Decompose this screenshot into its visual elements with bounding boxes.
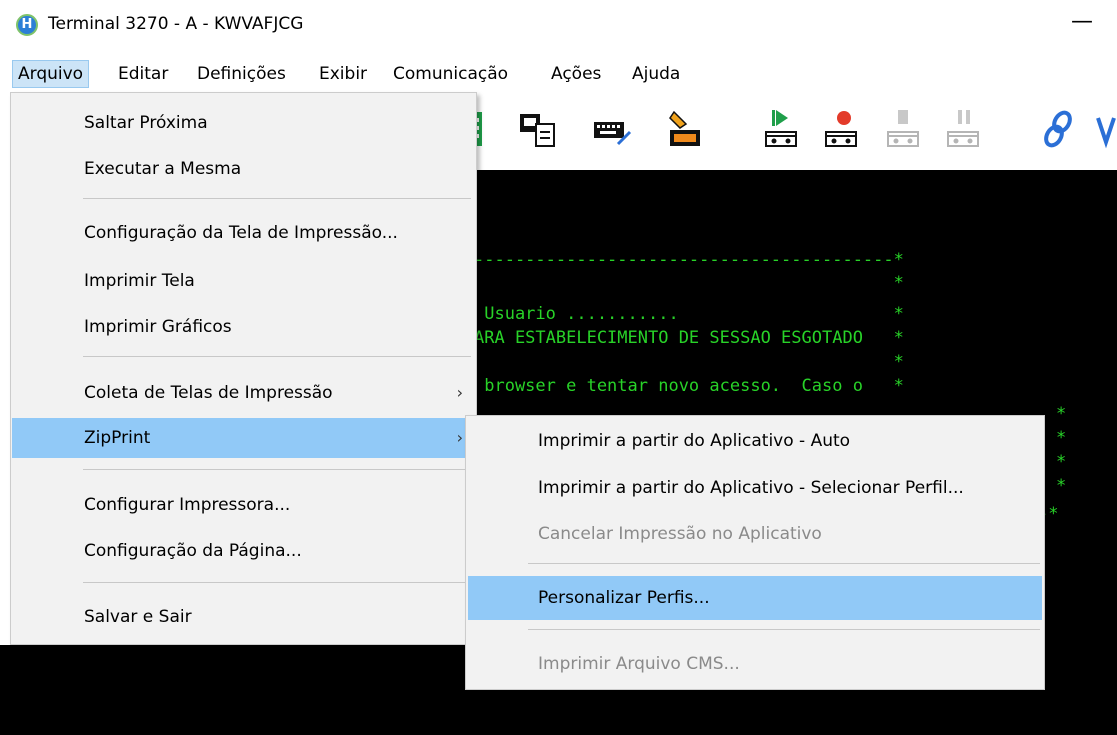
menu-item-configuracao-tela-impressao[interactable]: Configuração da Tela de Impressão...	[12, 213, 475, 253]
terminal-line: *	[474, 273, 904, 293]
menu-definicoes[interactable]: Definições	[192, 60, 291, 88]
copy-screen-icon[interactable]	[518, 108, 558, 150]
submenu-item-cancelar-impressao: Cancelar Impressão no Aplicativo	[538, 524, 822, 544]
menu-item-zipprint[interactable]: ZipPrint ›	[12, 418, 475, 458]
menu-item-saltar-proxima[interactable]: Saltar Próxima	[12, 103, 475, 143]
terminal-screen-left-bottom[interactable]	[0, 645, 470, 735]
menu-item-configuracao-pagina[interactable]: Configuração da Página...	[12, 531, 475, 571]
terminal-line: ----------------------------------------…	[474, 250, 904, 270]
macro-icon[interactable]	[666, 108, 706, 150]
menu-item-label: ZipPrint	[84, 428, 151, 448]
play-record-icon[interactable]	[762, 108, 802, 150]
menu-item-label: Configuração da Tela de Impressão...	[84, 223, 398, 243]
zipprint-submenu: Imprimir a partir do Aplicativo - Auto I…	[465, 415, 1045, 690]
submenu-item-personalizar-perfis[interactable]: Personalizar Perfis...	[468, 576, 1042, 620]
menu-item-label: Configuração da Página...	[84, 541, 302, 561]
menu-item-imprimir-tela[interactable]: Imprimir Tela	[12, 261, 475, 301]
menu-separator	[83, 469, 471, 470]
submenu-item-imprimir-arquivo-cms: Imprimir Arquivo CMS...	[538, 654, 740, 674]
chevron-right-icon: ›	[456, 428, 463, 447]
menu-item-label: Salvar e Sair	[84, 607, 192, 627]
menu-item-label: Saltar Próxima	[84, 113, 208, 133]
keyboard-icon[interactable]	[592, 108, 632, 150]
menu-bar: Arquivo Editar Definições Exibir Comunic…	[0, 56, 1117, 92]
menu-ajuda[interactable]: Ajuda	[627, 60, 685, 88]
menu-item-executar-a-mesma[interactable]: Executar a Mesma	[12, 149, 475, 189]
record-macro-icon[interactable]	[822, 108, 862, 150]
pause-macro-icon	[947, 110, 979, 147]
terminal-star: *	[1056, 404, 1067, 424]
menu-editar[interactable]: Editar	[113, 60, 173, 88]
app-icon: H	[16, 14, 38, 36]
link-icon[interactable]	[1042, 108, 1076, 150]
menu-separator	[528, 563, 1040, 564]
menu-separator	[83, 356, 471, 357]
arquivo-menu: Saltar Próxima Executar a Mesma Configur…	[10, 92, 477, 645]
window-title: Terminal 3270 - A - KWVAFJCG	[48, 14, 304, 34]
terminal-line: *	[474, 352, 904, 372]
menu-item-label: Coleta de Telas de Impressão	[84, 383, 333, 403]
toolbar-overflow-icon[interactable]	[1096, 108, 1117, 150]
submenu-item-imprimir-auto[interactable]: Imprimir a partir do Aplicativo - Auto	[468, 419, 1042, 463]
menu-separator	[83, 582, 471, 583]
menu-separator	[528, 629, 1040, 630]
submenu-item-imprimir-selecionar-perfil[interactable]: Imprimir a partir do Aplicativo - Seleci…	[468, 466, 1042, 510]
toolbar	[470, 92, 1117, 170]
menu-item-imprimir-graficos[interactable]: Imprimir Gráficos	[12, 307, 475, 347]
terminal-star: *	[1056, 476, 1067, 496]
terminal-line: ARA ESTABELECIMENTO DE SESSAO ESGOTADO *	[474, 328, 904, 348]
terminal-line: browser e tentar novo acesso. Caso o *	[474, 376, 904, 396]
terminal-star: *	[1056, 428, 1067, 448]
menu-acoes[interactable]: Ações	[546, 60, 606, 88]
terminal-star: *	[1056, 452, 1067, 472]
title-bar: H Terminal 3270 - A - KWVAFJCG —	[0, 0, 1117, 56]
menu-item-label: Imprimir Tela	[84, 271, 195, 291]
menu-comunicacao[interactable]: Comunicação	[388, 60, 513, 88]
menu-exibir[interactable]: Exibir	[314, 60, 372, 88]
menu-item-coleta-telas-impressao[interactable]: Coleta de Telas de Impressão ›	[12, 373, 475, 413]
menu-item-label: Imprimir Gráficos	[84, 317, 232, 337]
menu-item-label: Configurar Impressora...	[84, 495, 291, 515]
menu-item-salvar-e-sair[interactable]: Salvar e Sair	[12, 597, 475, 637]
menu-item-configurar-impressora[interactable]: Configurar Impressora...	[12, 485, 475, 525]
chevron-right-icon: ›	[456, 383, 463, 402]
menu-item-label: Executar a Mesma	[84, 159, 242, 179]
terminal-line: Usuario ........... *	[474, 304, 904, 324]
menu-separator	[83, 198, 471, 199]
minimize-button[interactable]: —	[1062, 2, 1102, 42]
menu-arquivo[interactable]: Arquivo	[12, 60, 90, 88]
stop-macro-icon	[887, 110, 919, 147]
